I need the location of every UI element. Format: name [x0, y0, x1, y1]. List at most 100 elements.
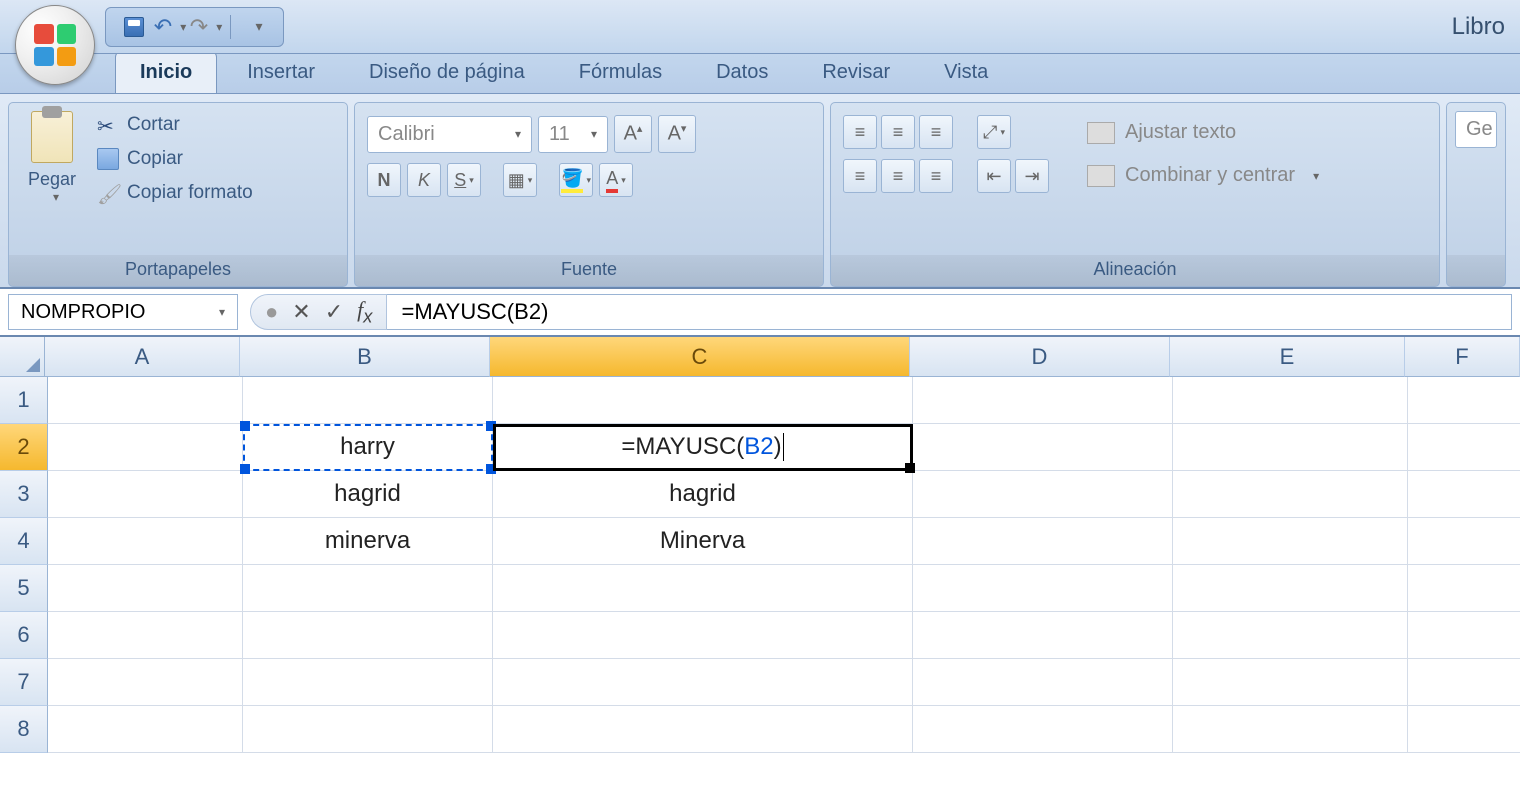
row-header-7[interactable]: 7	[0, 659, 48, 706]
italic-button[interactable]: K	[407, 163, 441, 197]
row-header-1[interactable]: 1	[0, 377, 48, 424]
cancel-x-button[interactable]: ✕	[292, 299, 310, 325]
cell-A6[interactable]	[48, 612, 243, 659]
cell-F6[interactable]	[1408, 612, 1520, 659]
fx-icon[interactable]: fx	[357, 297, 372, 327]
align-center-button[interactable]: ≡	[881, 159, 915, 193]
cell-C8[interactable]	[493, 706, 913, 753]
cell-B4[interactable]: minerva	[243, 518, 493, 565]
cell-F1[interactable]	[1408, 377, 1520, 424]
cell-A8[interactable]	[48, 706, 243, 753]
office-button[interactable]	[15, 5, 95, 85]
col-header-C[interactable]: C	[490, 337, 910, 377]
underline-button[interactable]: S▾	[447, 163, 481, 197]
merge-center-button[interactable]: Combinar y centrar▾	[1077, 158, 1329, 193]
font-name-combo[interactable]: Calibri▾	[367, 116, 532, 153]
tab-diseno[interactable]: Diseño de página	[345, 52, 549, 93]
cell-A7[interactable]	[48, 659, 243, 706]
save-button[interactable]	[119, 12, 149, 42]
grow-font-button[interactable]: A▴	[614, 115, 652, 153]
align-right-button[interactable]: ≡	[919, 159, 953, 193]
cell-E4[interactable]	[1173, 518, 1408, 565]
decrease-indent-button[interactable]: ⇤	[977, 159, 1011, 193]
cell-E7[interactable]	[1173, 659, 1408, 706]
cell-C2[interactable]: =MAYUSC(B2)	[493, 424, 913, 471]
confirm-formula-button[interactable]: ✓	[325, 299, 343, 325]
undo-button[interactable]: ↶▾	[155, 12, 185, 42]
font-color-button[interactable]: A▾	[599, 163, 633, 197]
cell-C1[interactable]	[493, 377, 913, 424]
cell-A4[interactable]	[48, 518, 243, 565]
qat-customize-button[interactable]: ▾	[240, 12, 270, 42]
borders-button[interactable]: ▦▾	[503, 163, 537, 197]
row-header-2[interactable]: 2	[0, 424, 48, 471]
cell-A2[interactable]	[48, 424, 243, 471]
cell-B5[interactable]	[243, 565, 493, 612]
cell-A5[interactable]	[48, 565, 243, 612]
tab-vista[interactable]: Vista	[920, 52, 1012, 93]
wrap-text-button[interactable]: Ajustar texto	[1077, 115, 1329, 150]
cell-B8[interactable]	[243, 706, 493, 753]
cancel-formula-button[interactable]: ●	[265, 299, 278, 325]
cell-B3[interactable]: hagrid	[243, 471, 493, 518]
cell-F2[interactable]	[1408, 424, 1520, 471]
align-left-button[interactable]: ≡	[843, 159, 877, 193]
formula-input[interactable]: =MAYUSC(B2)	[387, 294, 1512, 330]
align-middle-button[interactable]: ≡	[881, 115, 915, 149]
cell-F3[interactable]	[1408, 471, 1520, 518]
font-size-combo[interactable]: 11▾	[538, 116, 608, 153]
col-header-E[interactable]: E	[1170, 337, 1405, 377]
cell-A1[interactable]	[48, 377, 243, 424]
paste-button[interactable]: Pegar ▾	[17, 111, 87, 204]
cell-C3[interactable]: hagrid	[493, 471, 913, 518]
row-header-4[interactable]: 4	[0, 518, 48, 565]
cell-F8[interactable]	[1408, 706, 1520, 753]
tab-revisar[interactable]: Revisar	[798, 52, 914, 93]
format-painter-button[interactable]: 🖌Copiar formato	[91, 179, 259, 207]
fill-color-button[interactable]: 🪣▾	[559, 163, 593, 197]
cell-D3[interactable]	[913, 471, 1173, 518]
cut-button[interactable]: ✂Cortar	[91, 111, 259, 139]
cell-A3[interactable]	[48, 471, 243, 518]
cell-D2[interactable]	[913, 424, 1173, 471]
cell-B2[interactable]: harry	[243, 424, 493, 471]
redo-button[interactable]: ↷▾	[191, 12, 221, 42]
align-bottom-button[interactable]: ≡	[919, 115, 953, 149]
shrink-font-button[interactable]: A▾	[658, 115, 696, 153]
tab-insertar[interactable]: Insertar	[223, 52, 339, 93]
tab-inicio[interactable]: Inicio	[115, 51, 217, 93]
cell-D7[interactable]	[913, 659, 1173, 706]
cell-F7[interactable]	[1408, 659, 1520, 706]
cell-F5[interactable]	[1408, 565, 1520, 612]
orientation-button[interactable]: ⤢▾	[977, 115, 1011, 149]
cell-C4[interactable]: Minerva	[493, 518, 913, 565]
row-header-6[interactable]: 6	[0, 612, 48, 659]
increase-indent-button[interactable]: ⇥	[1015, 159, 1049, 193]
align-top-button[interactable]: ≡	[843, 115, 877, 149]
col-header-F[interactable]: F	[1405, 337, 1520, 377]
copy-button[interactable]: Copiar	[91, 145, 259, 173]
number-format-combo[interactable]: Ge	[1455, 111, 1497, 148]
cell-D8[interactable]	[913, 706, 1173, 753]
cell-E3[interactable]	[1173, 471, 1408, 518]
cell-C7[interactable]	[493, 659, 913, 706]
cell-C6[interactable]	[493, 612, 913, 659]
cell-F4[interactable]	[1408, 518, 1520, 565]
cell-E1[interactable]	[1173, 377, 1408, 424]
col-header-B[interactable]: B	[240, 337, 490, 377]
cell-C5[interactable]	[493, 565, 913, 612]
cell-B7[interactable]	[243, 659, 493, 706]
bold-button[interactable]: N	[367, 163, 401, 197]
row-header-3[interactable]: 3	[0, 471, 48, 518]
tab-datos[interactable]: Datos	[692, 52, 792, 93]
cell-E5[interactable]	[1173, 565, 1408, 612]
name-box[interactable]: NOMPROPIO ▾	[8, 294, 238, 330]
row-header-5[interactable]: 5	[0, 565, 48, 612]
tab-formulas[interactable]: Fórmulas	[555, 52, 686, 93]
cell-D5[interactable]	[913, 565, 1173, 612]
select-all-corner[interactable]	[0, 337, 45, 377]
cell-D4[interactable]	[913, 518, 1173, 565]
cell-B6[interactable]	[243, 612, 493, 659]
cell-D6[interactable]	[913, 612, 1173, 659]
cell-E8[interactable]	[1173, 706, 1408, 753]
